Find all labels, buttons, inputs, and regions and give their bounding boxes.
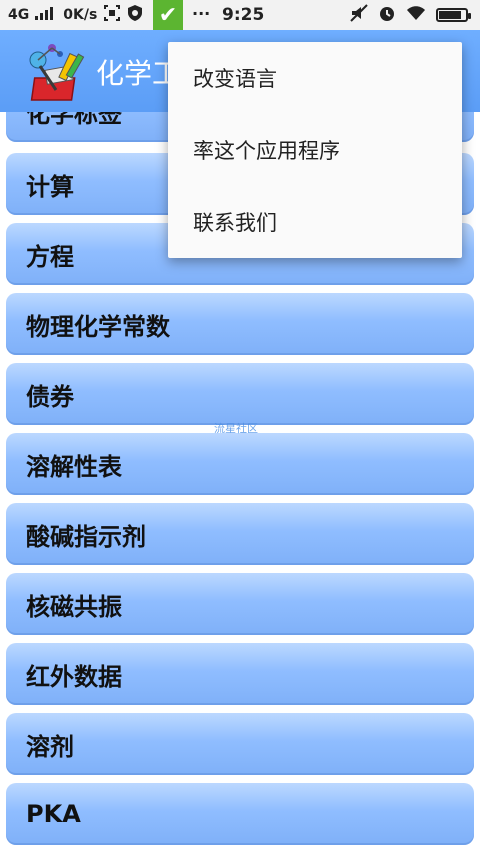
clock: 9:25: [222, 5, 265, 25]
list-item-nmr[interactable]: 核磁共振: [6, 573, 474, 635]
menu-item-label: 联系我们: [193, 211, 277, 235]
list-item-infrared-data[interactable]: 红外数据: [6, 643, 474, 705]
list-item-label: 溶解性表: [26, 452, 122, 481]
list-item-solubility-table[interactable]: 溶解性表: [6, 433, 474, 495]
watermark: 流星社区: [214, 422, 258, 435]
list-item-label: 核磁共振: [26, 592, 122, 621]
list-item-label: PKA: [26, 800, 81, 828]
list-item-bonds[interactable]: 债券: [6, 363, 474, 425]
screenshot-icon: [103, 4, 121, 26]
shield-icon: [127, 4, 143, 26]
list-item-solvents[interactable]: 溶剂: [6, 713, 474, 775]
status-right: [350, 0, 471, 30]
status-bar: 4G 0K/s ✔ ··· 9:25: [0, 0, 480, 30]
menu-item-rate-app[interactable]: 率这个应用程序: [168, 114, 462, 186]
overflow-menu: 改变语言 率这个应用程序 联系我们: [168, 42, 462, 258]
chemistry-kit-logo: [26, 40, 90, 104]
list-item-physical-constants[interactable]: 物理化学常数: [6, 293, 474, 355]
status-left: 4G 0K/s: [8, 0, 143, 30]
menu-item-label: 率这个应用程序: [193, 139, 340, 163]
check-app-icon: ✔: [153, 0, 183, 30]
alarm-icon: [378, 4, 396, 26]
list-item-label: 物理化学常数: [26, 312, 170, 341]
mute-icon: [350, 4, 368, 26]
menu-item-label: 改变语言: [193, 67, 277, 91]
signal-icon: [35, 6, 57, 24]
list-item-label: 溶剂: [26, 732, 74, 761]
battery-icon: [436, 8, 471, 22]
network-type: 4G: [8, 7, 30, 23]
list-item-label: 债券: [26, 382, 74, 411]
list-item-label: 方程: [26, 242, 74, 271]
list-item-label: 计算: [26, 172, 74, 201]
list-item-label: 化学标签: [26, 112, 122, 128]
list-item-pka[interactable]: PKA: [6, 783, 474, 845]
list-item-label: 红外数据: [26, 662, 122, 691]
menu-item-contact-us[interactable]: 联系我们: [168, 186, 462, 258]
wifi-icon: [406, 5, 426, 25]
more-dots-icon: ···: [192, 4, 211, 23]
network-speed: 0K/s: [63, 7, 98, 23]
menu-item-change-language[interactable]: 改变语言: [168, 42, 462, 114]
list-item-acid-base-indicators[interactable]: 酸碱指示剂: [6, 503, 474, 565]
list-item-label: 酸碱指示剂: [26, 522, 146, 551]
